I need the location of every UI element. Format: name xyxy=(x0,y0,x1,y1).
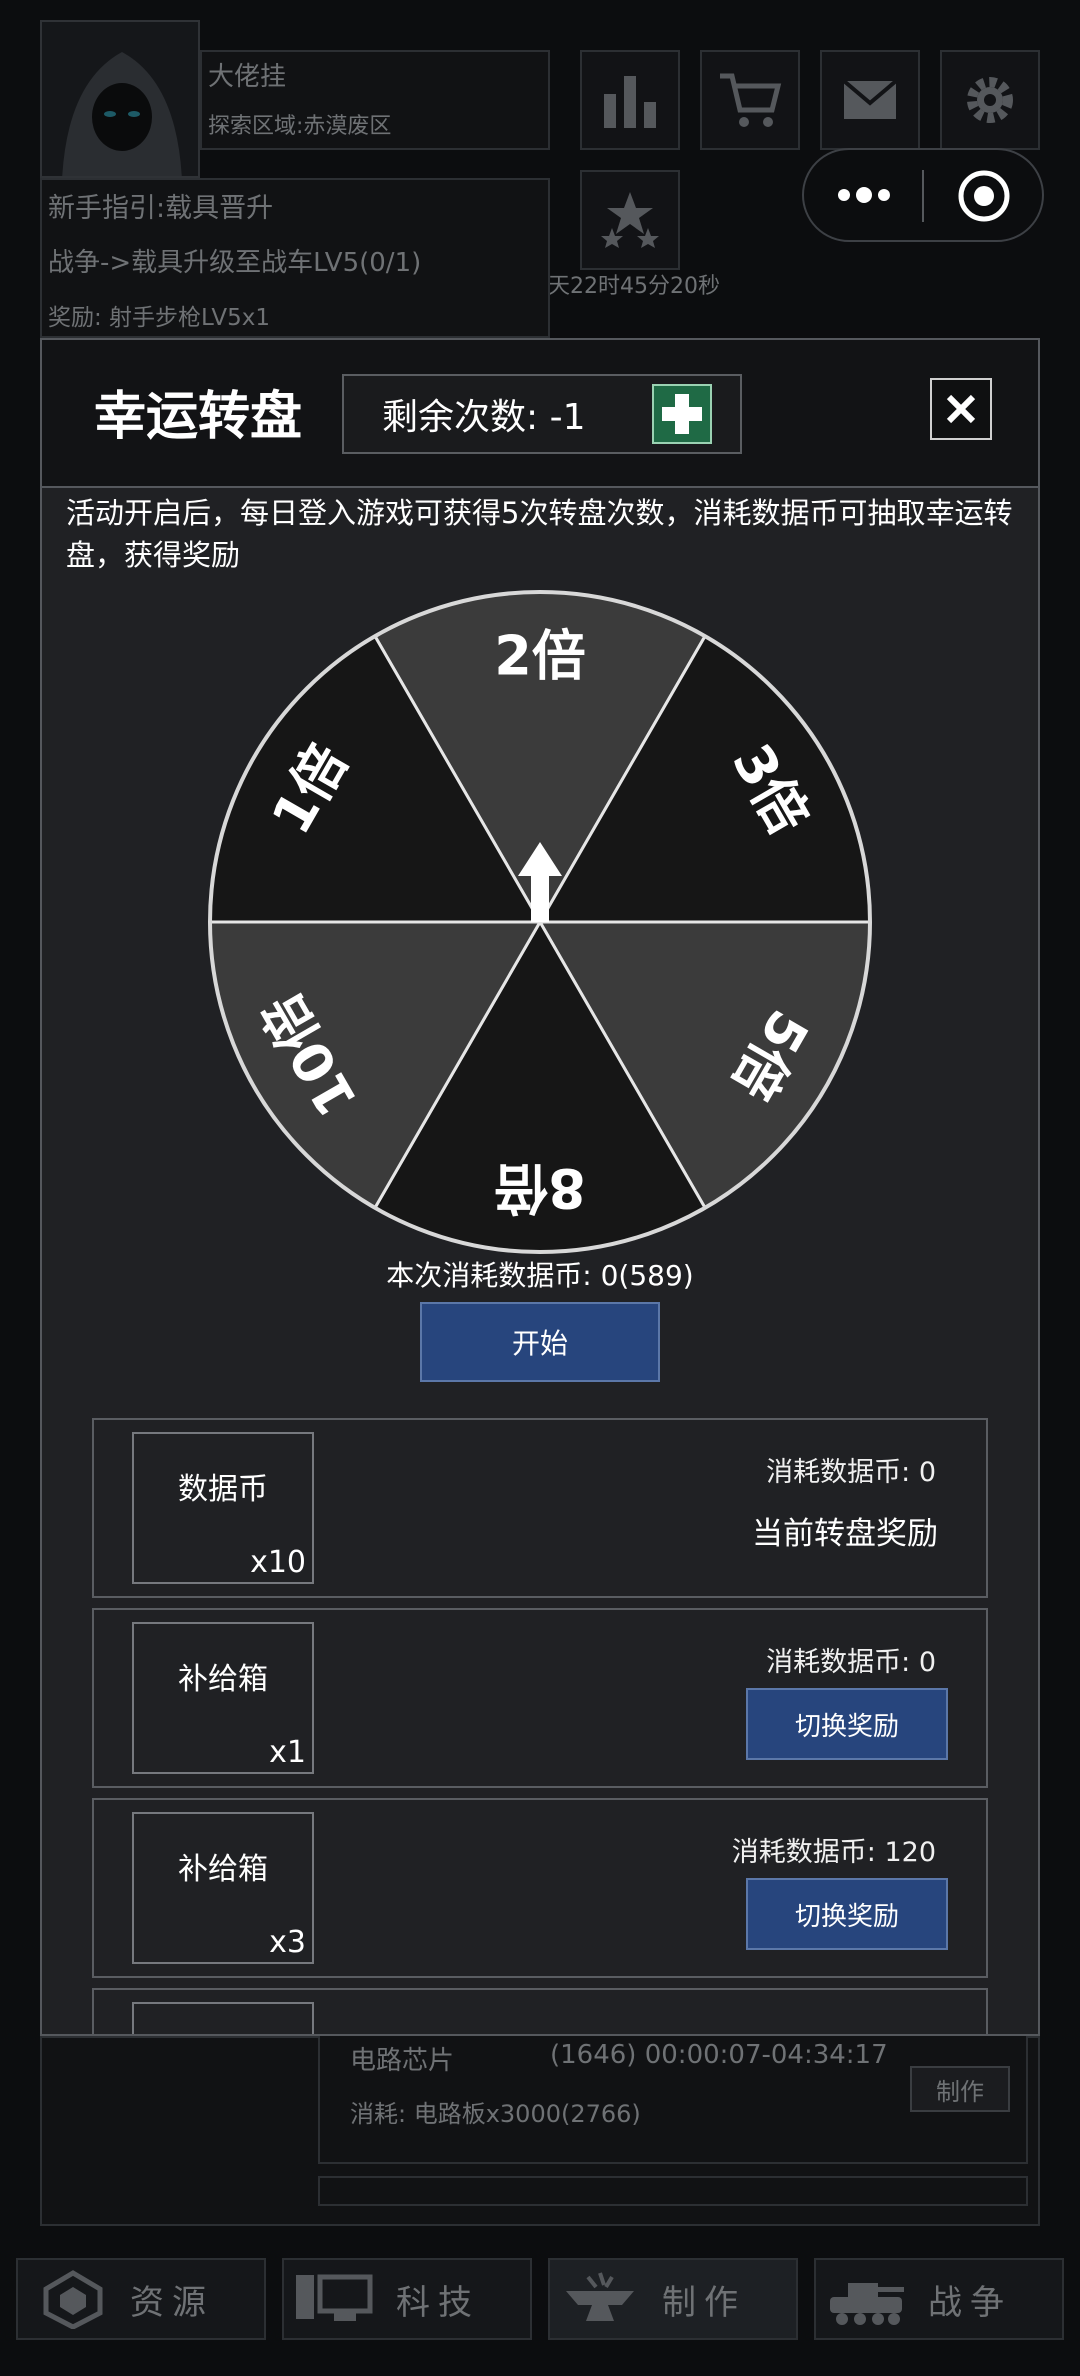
newbie-guide[interactable]: 新手指引:载具晋升 战争->载具升级至战车LV5(0/1) 奖励: 射手步枪LV… xyxy=(40,178,550,338)
add-spins-button[interactable] xyxy=(652,384,712,444)
close-button[interactable] xyxy=(930,378,992,440)
craft-timer: (1646) 00:00:07-04:34:17 xyxy=(550,2040,888,2070)
wheel-segment-label: 2倍 xyxy=(494,625,586,688)
nav-resources[interactable]: 资源 xyxy=(16,2258,266,2340)
reward-cost: 消耗数据币: 120 xyxy=(731,1837,936,1868)
mail-button[interactable] xyxy=(820,50,920,150)
nav-craft[interactable]: 制作 xyxy=(548,2258,798,2340)
reward-item-name: 数据币 xyxy=(178,1472,268,1507)
reward-item-name: 补给箱 xyxy=(178,1662,268,1697)
anvil-icon xyxy=(566,2272,634,2321)
cost-text: 本次消耗数据币: 0(589) xyxy=(386,1259,694,1292)
modal-header: 幸运转盘 剩余次数: -1 xyxy=(42,340,1038,488)
reward-item-qty: x1 xyxy=(269,1735,306,1770)
wheel-svg: 2倍3倍5倍8倍10倍1倍 xyxy=(208,590,872,1254)
remaining-counter: 剩余次数: -1 xyxy=(342,374,742,454)
lucky-wheel-modal: 幸运转盘 剩余次数: -1 活动开启后，每日登入游戏可获得5次转盘次数，消耗数据… xyxy=(40,338,1040,2036)
resource-icon xyxy=(43,2270,103,2329)
event-timer: 9天22时45分20秒 xyxy=(534,274,720,299)
guide-title: 新手指引:载具晋升 xyxy=(48,193,274,224)
start-button[interactable]: 开始 xyxy=(420,1302,660,1382)
close-miniprogram-icon[interactable] xyxy=(956,168,1012,224)
computer-icon xyxy=(296,2274,373,2321)
shop-button[interactable] xyxy=(700,50,800,150)
player-zone: 探索区域:赤漠废区 xyxy=(208,114,392,139)
reward-item: 补给箱 x1 xyxy=(132,1622,314,1774)
guide-task: 战争->载具升级至战车LV5(0/1) xyxy=(48,248,422,278)
capsule-divider xyxy=(922,170,924,222)
nav-tech[interactable]: 科技 xyxy=(282,2258,532,2340)
player-info: 大佬挂 探索区域:赤漠废区 xyxy=(200,50,550,150)
reward-row: 补给箱 x3 消耗数据币: 120 切换奖励 xyxy=(92,1798,988,1978)
event-description: 活动开启后，每日登入游戏可获得5次转盘次数，消耗数据币可抽取幸运转盘，获得奖励 xyxy=(66,496,1013,572)
close-icon xyxy=(946,394,976,424)
craft-item-name: 电路芯片 xyxy=(350,2046,455,2076)
nav-label: 战争 xyxy=(928,2282,1012,2323)
cart-icon xyxy=(720,73,782,127)
reward-cost: 消耗数据币: 0 xyxy=(766,1647,936,1678)
reward-item: 数据币 x10 xyxy=(132,1432,314,1584)
reward-row: 数据币 x10 消耗数据币: 0 当前转盘奖励 xyxy=(92,1418,988,1598)
star-icon xyxy=(601,192,659,248)
reward-row xyxy=(92,1988,988,2034)
wheel-segment-label: 8倍 xyxy=(494,1156,586,1219)
current-reward-status: 当前转盘奖励 xyxy=(752,1516,938,1552)
switch-reward-button[interactable]: 切换奖励 xyxy=(746,1878,948,1950)
player-name: 大佬挂 xyxy=(208,62,287,92)
nav-label: 制作 xyxy=(662,2282,746,2323)
craft-item-row: 电路芯片 (1646) 00:00:07-04:34:17 消耗: 电路板x30… xyxy=(318,2036,1028,2164)
switch-reward-button[interactable]: 切换奖励 xyxy=(746,1688,948,1760)
lucky-wheel: 2倍 3倍 5倍 8倍 10倍 1倍 xyxy=(204,586,876,1258)
reward-row: 补给箱 x1 消耗数据币: 0 切换奖励 xyxy=(92,1608,988,1788)
reward-item-qty: x10 xyxy=(250,1545,306,1580)
nav-war[interactable]: 战争 xyxy=(814,2258,1064,2340)
remaining-label: 剩余次数: -1 xyxy=(382,397,586,438)
tank-icon xyxy=(830,2283,904,2325)
modal-title: 幸运转盘 xyxy=(94,387,303,447)
settings-button[interactable] xyxy=(940,50,1040,150)
reward-item: 补给箱 x3 xyxy=(132,1812,314,1964)
nav-label: 资源 xyxy=(130,2282,214,2323)
plus-icon xyxy=(662,394,702,434)
stats-button[interactable] xyxy=(580,50,680,150)
reward-item-name: 补给箱 xyxy=(178,1852,268,1887)
reward-item-qty: x3 xyxy=(269,1925,306,1960)
craft-consume: 消耗: 电路板x3000(2766) xyxy=(350,2100,641,2128)
craft-item-row-2 xyxy=(318,2176,1028,2206)
miniprogram-capsule xyxy=(802,148,1044,242)
stats-icon xyxy=(604,76,656,128)
nav-label: 科技 xyxy=(396,2282,480,2323)
gear-icon xyxy=(967,77,1013,123)
reward-item xyxy=(132,2002,314,2034)
craft-button[interactable]: 制作 xyxy=(910,2066,1010,2112)
player-avatar[interactable] xyxy=(40,20,200,178)
reward-cost: 消耗数据币: 0 xyxy=(766,1457,936,1488)
more-icon[interactable] xyxy=(834,182,894,208)
achievement-button[interactable] xyxy=(580,170,680,270)
mail-icon xyxy=(844,81,896,119)
guide-reward: 奖励: 射手步枪LV5x1 xyxy=(48,305,270,331)
